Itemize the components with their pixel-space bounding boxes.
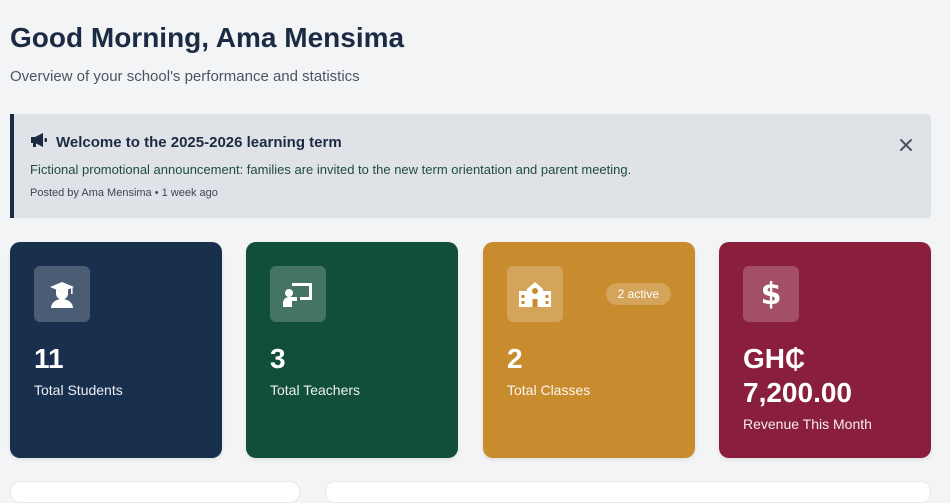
status-badge: 2 active [605,283,671,305]
stat-card-classes[interactable]: 2 active 2 Total Classes [483,242,695,458]
announcement-title: Welcome to the 2025-2026 learning term [56,134,342,151]
bottom-panel-left [10,481,300,503]
stat-value: GH₵ 7,200.00 [743,342,907,410]
stat-label: Total Classes [507,382,591,398]
dollar-icon: $ [743,266,799,322]
bottom-panel-right [325,481,931,503]
stat-label: Revenue This Month [743,416,872,432]
stat-label: Total Students [34,382,123,398]
page-title: Good Morning, Ama Mensima [10,22,405,53]
megaphone-icon [30,132,48,153]
page-subtitle: Overview of your school's performance an… [10,68,360,85]
stat-value: 3 [270,343,286,374]
stat-value: 11 [34,343,64,374]
stat-label: Total Teachers [270,382,361,398]
stat-card-students[interactable]: 11 Total Students [10,242,222,458]
stat-card-teachers[interactable]: 3 Total Teachers [246,242,458,458]
stat-value-amount: 7,200.00 [743,377,852,408]
announcement-meta: Posted by Ama Mensima • 1 week ago [30,187,218,199]
stat-value-currency: GH₵ [743,343,806,374]
close-icon[interactable] [899,138,913,152]
announcement-header: Welcome to the 2025-2026 learning term [30,132,915,153]
teacher-board-icon [270,266,326,322]
school-building-icon [507,266,563,322]
announcement-body: Fictional promotional announcement: fami… [30,162,632,177]
stat-value: 2 [507,343,523,374]
graduate-icon [34,266,90,322]
stat-card-revenue[interactable]: $ GH₵ 7,200.00 Revenue This Month [719,242,931,458]
announcement-banner: Welcome to the 2025-2026 learning term F… [10,114,931,218]
